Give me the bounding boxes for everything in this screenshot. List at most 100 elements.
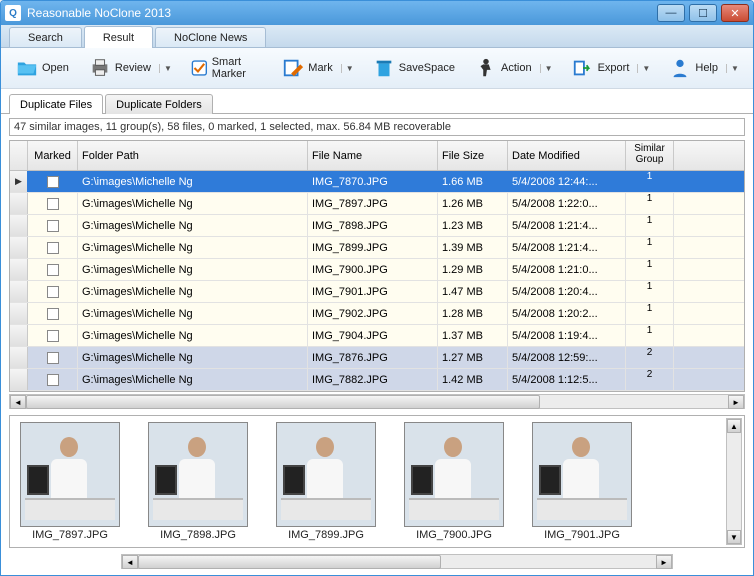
col-marked[interactable]: Marked bbox=[28, 141, 78, 170]
scroll-down-icon[interactable]: ▼ bbox=[727, 530, 741, 544]
grid-body[interactable]: G:\images\Michelle NgIMG_7870.JPG1.66 MB… bbox=[10, 171, 744, 391]
help-button[interactable]: Help ▼ bbox=[662, 52, 745, 84]
savespace-button[interactable]: SaveSpace bbox=[366, 52, 462, 84]
checkbox[interactable] bbox=[47, 308, 59, 320]
toolbar: Open Review ▼ Smart Marker Mark ▼ SaveSp… bbox=[1, 48, 753, 89]
cell-group: 1 bbox=[626, 237, 674, 258]
preview-hscroll[interactable]: ◄ ► bbox=[121, 554, 673, 569]
thumbnail-image bbox=[276, 422, 376, 527]
cell-marked[interactable] bbox=[28, 347, 78, 368]
preview-vscroll[interactable]: ▲ ▼ bbox=[726, 418, 742, 545]
row-indicator bbox=[10, 259, 28, 280]
scroll-right-icon[interactable]: ► bbox=[656, 555, 672, 569]
checkbox[interactable] bbox=[47, 220, 59, 232]
cell-file: IMG_7904.JPG bbox=[308, 325, 438, 346]
tab-result[interactable]: Result bbox=[84, 26, 153, 48]
cell-group: 1 bbox=[626, 215, 674, 236]
checkbox[interactable] bbox=[47, 242, 59, 254]
cell-marked[interactable] bbox=[28, 259, 78, 280]
cell-group: 1 bbox=[626, 281, 674, 302]
table-row[interactable]: G:\images\Michelle NgIMG_7897.JPG1.26 MB… bbox=[10, 193, 744, 215]
scroll-left-icon[interactable]: ◄ bbox=[10, 395, 26, 409]
thumbnail[interactable]: IMG_7898.JPG bbox=[144, 422, 252, 541]
thumbnail-image bbox=[532, 422, 632, 527]
tab-news[interactable]: NoClone News bbox=[155, 27, 266, 47]
row-indicator bbox=[10, 193, 28, 214]
cell-marked[interactable] bbox=[28, 369, 78, 390]
action-button[interactable]: Action ▼ bbox=[468, 52, 559, 84]
thumbnail[interactable]: IMG_7900.JPG bbox=[400, 422, 508, 541]
export-button[interactable]: Export ▼ bbox=[565, 52, 657, 84]
cell-group: 1 bbox=[626, 259, 674, 280]
cell-folder: G:\images\Michelle Ng bbox=[78, 347, 308, 368]
checkbox[interactable] bbox=[47, 330, 59, 342]
col-folder[interactable]: Folder Path bbox=[78, 141, 308, 170]
smart-marker-button[interactable]: Smart Marker bbox=[184, 52, 269, 84]
cell-marked[interactable] bbox=[28, 237, 78, 258]
cell-folder: G:\images\Michelle Ng bbox=[78, 237, 308, 258]
cell-marked[interactable] bbox=[28, 171, 78, 192]
cell-date: 5/4/2008 1:12:5... bbox=[508, 369, 626, 390]
table-row[interactable]: G:\images\Michelle NgIMG_7901.JPG1.47 MB… bbox=[10, 281, 744, 303]
chevron-down-icon[interactable]: ▼ bbox=[159, 64, 171, 73]
cell-marked[interactable] bbox=[28, 215, 78, 236]
cell-marked[interactable] bbox=[28, 303, 78, 324]
review-button[interactable]: Review ▼ bbox=[82, 52, 178, 84]
cell-folder: G:\images\Michelle Ng bbox=[78, 193, 308, 214]
chevron-down-icon[interactable]: ▼ bbox=[540, 64, 552, 73]
scroll-left-icon[interactable]: ◄ bbox=[122, 555, 138, 569]
col-indicator[interactable] bbox=[10, 141, 28, 170]
checkbox[interactable] bbox=[47, 176, 59, 188]
cell-size: 1.39 MB bbox=[438, 237, 508, 258]
table-row[interactable]: G:\images\Michelle NgIMG_7900.JPG1.29 MB… bbox=[10, 259, 744, 281]
chevron-down-icon[interactable]: ▼ bbox=[726, 64, 738, 73]
grid-hscroll[interactable]: ◄ ► bbox=[9, 394, 745, 409]
mark-button[interactable]: Mark ▼ bbox=[275, 52, 359, 84]
checkbox[interactable] bbox=[47, 286, 59, 298]
thumbnail[interactable]: IMG_7901.JPG bbox=[528, 422, 636, 541]
open-button[interactable]: Open bbox=[9, 52, 76, 84]
maximize-button[interactable]: ☐ bbox=[689, 4, 717, 22]
window-title: Reasonable NoClone 2013 bbox=[27, 6, 171, 20]
cell-folder: G:\images\Michelle Ng bbox=[78, 259, 308, 280]
chevron-down-icon[interactable]: ▼ bbox=[341, 64, 353, 73]
table-row[interactable]: G:\images\Michelle NgIMG_7899.JPG1.39 MB… bbox=[10, 237, 744, 259]
thumbnail[interactable]: IMG_7897.JPG bbox=[16, 422, 124, 541]
cell-marked[interactable] bbox=[28, 281, 78, 302]
cell-size: 1.42 MB bbox=[438, 369, 508, 390]
table-row[interactable]: G:\images\Michelle NgIMG_7904.JPG1.37 MB… bbox=[10, 325, 744, 347]
app-icon: Q bbox=[5, 5, 21, 21]
cell-folder: G:\images\Michelle Ng bbox=[78, 325, 308, 346]
table-row[interactable]: G:\images\Michelle NgIMG_7902.JPG1.28 MB… bbox=[10, 303, 744, 325]
chevron-down-icon[interactable]: ▼ bbox=[637, 64, 649, 73]
checkbox[interactable] bbox=[47, 374, 59, 386]
cell-marked[interactable] bbox=[28, 193, 78, 214]
table-row[interactable]: G:\images\Michelle NgIMG_7898.JPG1.23 MB… bbox=[10, 215, 744, 237]
col-file[interactable]: File Name bbox=[308, 141, 438, 170]
subtab-duplicate-folders[interactable]: Duplicate Folders bbox=[105, 94, 213, 114]
thumbnail-label: IMG_7898.JPG bbox=[160, 529, 236, 541]
checkbox[interactable] bbox=[47, 198, 59, 210]
scroll-right-icon[interactable]: ► bbox=[728, 395, 744, 409]
table-row[interactable]: G:\images\Michelle NgIMG_7870.JPG1.66 MB… bbox=[10, 171, 744, 193]
col-size[interactable]: File Size bbox=[438, 141, 508, 170]
cell-folder: G:\images\Michelle Ng bbox=[78, 369, 308, 390]
cell-marked[interactable] bbox=[28, 325, 78, 346]
cell-size: 1.26 MB bbox=[438, 193, 508, 214]
tab-search[interactable]: Search bbox=[9, 27, 82, 47]
scroll-up-icon[interactable]: ▲ bbox=[727, 419, 741, 433]
thumbnail-image bbox=[20, 422, 120, 527]
scroll-thumb[interactable] bbox=[138, 555, 441, 569]
checkbox[interactable] bbox=[47, 352, 59, 364]
titlebar: Q Reasonable NoClone 2013 — ☐ ✕ bbox=[1, 1, 753, 25]
close-button[interactable]: ✕ bbox=[721, 4, 749, 22]
checkbox[interactable] bbox=[47, 264, 59, 276]
minimize-button[interactable]: — bbox=[657, 4, 685, 22]
subtab-duplicate-files[interactable]: Duplicate Files bbox=[9, 94, 103, 114]
col-date[interactable]: Date Modified bbox=[508, 141, 626, 170]
table-row[interactable]: G:\images\Michelle NgIMG_7882.JPG1.42 MB… bbox=[10, 369, 744, 391]
thumbnail[interactable]: IMG_7899.JPG bbox=[272, 422, 380, 541]
col-group[interactable]: Similar Group bbox=[626, 141, 674, 170]
scroll-thumb[interactable] bbox=[26, 395, 540, 409]
table-row[interactable]: G:\images\Michelle NgIMG_7876.JPG1.27 MB… bbox=[10, 347, 744, 369]
